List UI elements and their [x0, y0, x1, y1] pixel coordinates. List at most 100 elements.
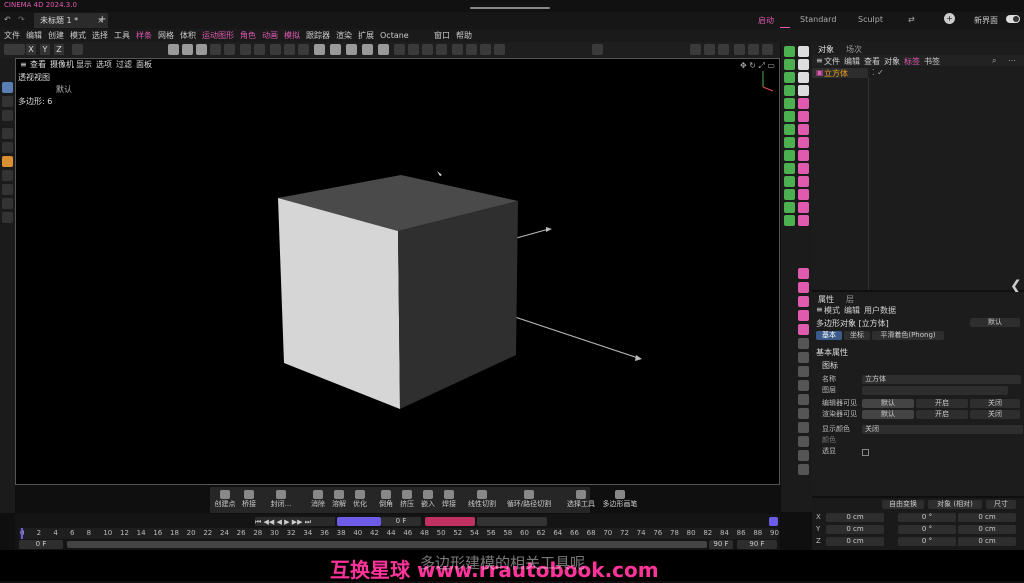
toolbar-button-icon[interactable] [408, 44, 419, 55]
am-menu-mode[interactable]: 模式 [824, 305, 840, 316]
right-tool-icon[interactable] [798, 176, 809, 187]
attributes-dropdown[interactable]: 默认 [970, 318, 1020, 327]
om-search-icon[interactable]: ⌕ [992, 56, 996, 66]
right-tool-icon[interactable] [798, 296, 809, 307]
right-tool-icon[interactable] [798, 338, 809, 349]
new-tab-icon[interactable]: + [98, 14, 106, 25]
am-menu-edit[interactable]: 编辑 [844, 305, 860, 316]
editor-visible-off[interactable]: 关闭 [970, 399, 1020, 408]
redo-icon[interactable]: ↷ [18, 15, 25, 24]
toolbar-button-icon[interactable] [394, 44, 405, 55]
toolbar-button-icon[interactable] [298, 44, 309, 55]
coord-size-field[interactable]: 0 cm [958, 525, 1016, 534]
left-tool-icon[interactable] [2, 156, 13, 167]
end-frame-field[interactable]: 90 F [709, 540, 733, 549]
toolbar-button-icon[interactable] [592, 44, 603, 55]
menu-item[interactable]: 跟踪器 [306, 29, 330, 42]
toolbar-button-icon[interactable] [452, 44, 463, 55]
right-tool-icon[interactable] [784, 111, 795, 122]
toolbar-button-icon[interactable] [762, 44, 773, 55]
om-menu-bookmarks[interactable]: 书签 [924, 56, 940, 67]
right-tool-icon[interactable] [798, 189, 809, 200]
modeling-tool-button[interactable]: 消除 [308, 489, 328, 511]
modeling-tool-button[interactable]: 循环/路径切割 [500, 489, 558, 511]
left-tool-icon[interactable] [2, 96, 13, 107]
coord-position-field[interactable]: 0 cm [826, 525, 884, 534]
editor-visible-on[interactable]: 开启 [916, 399, 968, 408]
left-tool-icon[interactable] [2, 170, 13, 181]
toolbar-button-icon[interactable] [734, 44, 745, 55]
right-tool-icon[interactable] [798, 72, 809, 83]
menu-item[interactable]: 模拟 [284, 29, 300, 42]
right-tool-icon[interactable] [798, 202, 809, 213]
add-layout-icon[interactable]: + [944, 13, 955, 24]
coord-rotation-field[interactable]: 0 ° [898, 537, 956, 546]
playback-controls[interactable]: ⏮ ◀◀ ◀ ▶ ▶▶ ⏭ [255, 517, 335, 526]
render-visible-on[interactable]: 开启 [916, 410, 968, 419]
right-tool-icon[interactable] [798, 422, 809, 433]
menu-item[interactable]: 窗口 [434, 29, 450, 42]
right-tool-icon[interactable] [798, 366, 809, 377]
right-tool-icon[interactable] [798, 268, 809, 279]
right-tool-icon[interactable] [784, 137, 795, 148]
toolbar-button-icon[interactable] [284, 44, 295, 55]
display-color-dropdown[interactable]: 关闭 [862, 425, 1023, 434]
menu-item[interactable]: 样条 [136, 29, 152, 42]
menu-item[interactable]: 扩展 [358, 29, 374, 42]
left-tool-icon[interactable] [2, 212, 13, 223]
am-menu-icon[interactable]: ≡ [816, 305, 823, 314]
om-menu-file[interactable]: 文件 [824, 56, 840, 67]
menu-item[interactable]: 动画 [262, 29, 278, 42]
frame-ruler[interactable]: 0246810121416182022242628303234363840424… [19, 528, 779, 539]
am-menu-userdata[interactable]: 用户数据 [864, 305, 896, 316]
right-tool-icon[interactable] [798, 98, 809, 109]
modeling-tool-button[interactable]: 优化 [350, 489, 370, 511]
right-tool-icon[interactable] [798, 310, 809, 321]
toolbar-button-icon[interactable] [240, 44, 251, 55]
right-tool-icon[interactable] [784, 189, 795, 200]
tab-objects[interactable]: 对象 [818, 44, 834, 55]
toolbar-button-icon[interactable] [254, 44, 265, 55]
right-tool-icon[interactable] [784, 98, 795, 109]
right-tool-icon[interactable] [784, 202, 795, 213]
toolbar-button-icon[interactable] [14, 44, 25, 55]
toolbar-button-icon[interactable] [168, 44, 179, 55]
left-tool-icon[interactable] [2, 128, 13, 139]
coord-rotation-field[interactable]: 0 ° [898, 525, 956, 534]
right-tool-icon[interactable] [798, 111, 809, 122]
right-tool-icon[interactable] [798, 380, 809, 391]
right-tool-icon[interactable] [784, 163, 795, 174]
tab-attributes[interactable]: 属性 [818, 294, 834, 305]
toolbar-button-icon[interactable] [72, 44, 83, 55]
right-tool-icon[interactable] [798, 408, 809, 419]
menu-item[interactable]: 创建 [48, 29, 64, 42]
left-tool-icon[interactable] [2, 142, 13, 153]
current-frame-field[interactable]: 0 F [381, 517, 421, 526]
toolbar-button-icon[interactable] [224, 44, 235, 55]
right-tool-icon[interactable] [798, 464, 809, 475]
modeling-tool-button[interactable]: 桥接 [239, 489, 259, 511]
menu-item[interactable]: 体积 [180, 29, 196, 42]
right-tool-icon[interactable] [798, 394, 809, 405]
om-menu-view[interactable]: 查看 [864, 56, 880, 67]
viewport[interactable]: ≡ 查看 摄像机 显示 选项 过滤 面板 透视视图 默认 多边形: 6 ✥ ↻ … [15, 58, 780, 485]
right-tool-icon[interactable] [784, 215, 795, 226]
undo-icon[interactable]: ↶ [4, 15, 11, 24]
group-icon-label[interactable]: 图标 [822, 360, 838, 371]
key-tools[interactable] [477, 517, 547, 526]
toggle-switch[interactable] [1006, 15, 1020, 23]
toolbar-button-icon[interactable] [314, 44, 325, 55]
toolbar-button-icon[interactable] [436, 44, 447, 55]
record-mode-buttons[interactable] [337, 517, 381, 526]
toolbar-button-icon[interactable] [494, 44, 505, 55]
free-transform-button[interactable]: 自由变换 [882, 500, 924, 509]
new-layout-label[interactable]: 新界面 [974, 15, 998, 26]
modeling-tool-button[interactable]: 封闭... [260, 489, 302, 511]
menu-item[interactable]: 工具 [114, 29, 130, 42]
object-visibility-icon[interactable]: ⁚ ✓ [872, 68, 884, 77]
menu-item[interactable]: 选择 [92, 29, 108, 42]
subtab-coords[interactable]: 坐标 [844, 331, 870, 340]
right-tool-icon[interactable] [784, 85, 795, 96]
toolbar-button-icon[interactable] [480, 44, 491, 55]
object-relative-dropdown[interactable]: 对象 (相对) [928, 500, 982, 509]
